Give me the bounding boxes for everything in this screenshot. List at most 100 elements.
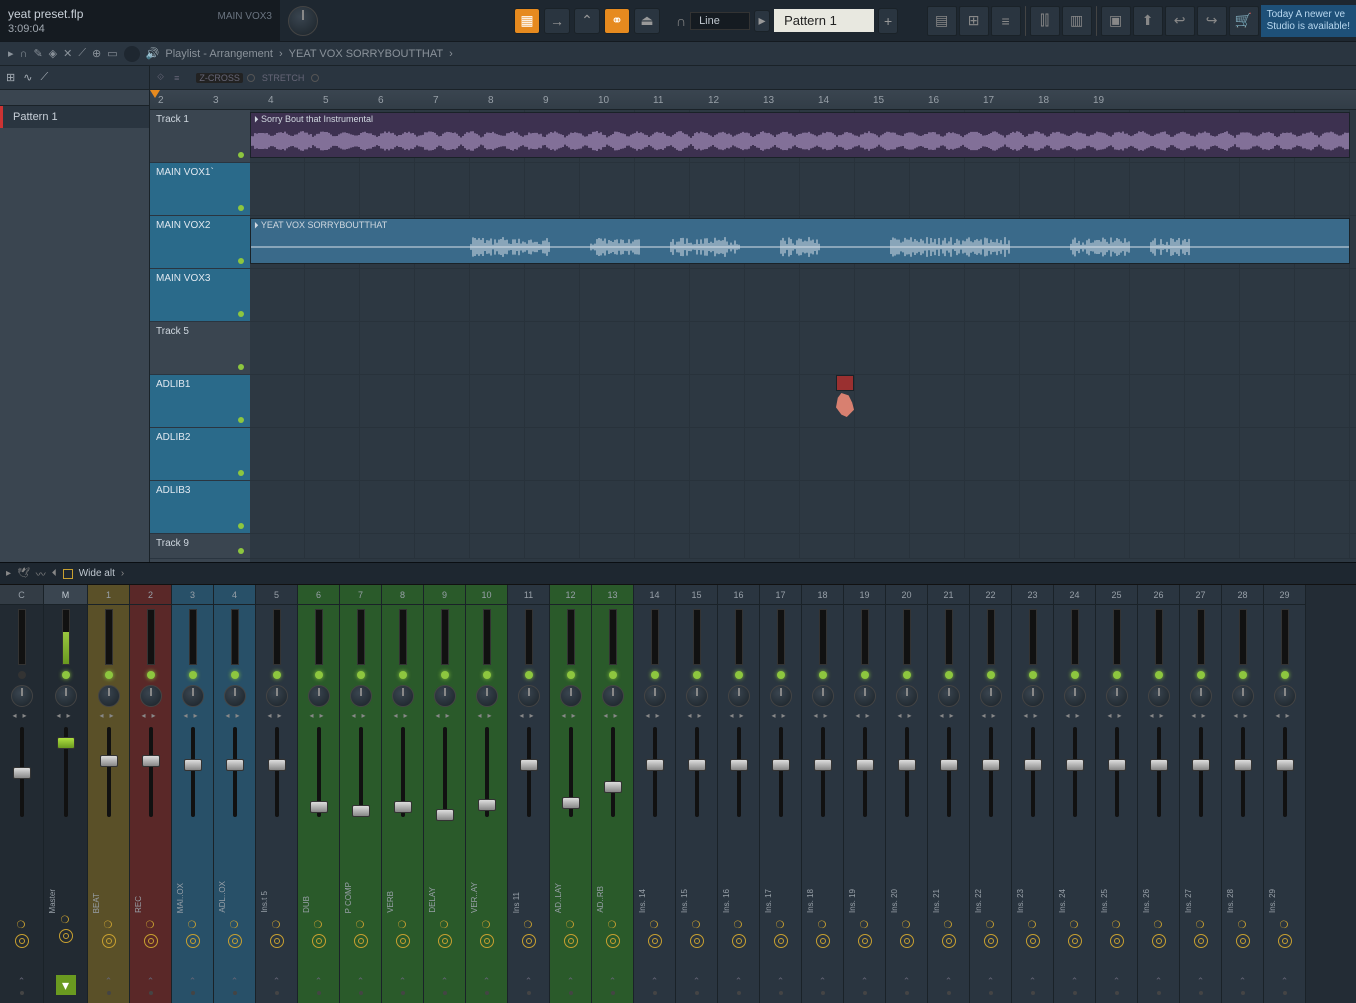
magnet-icon[interactable]: ∩ [20, 48, 28, 60]
fader-handle[interactable] [604, 781, 622, 793]
song-mode-button[interactable]: → [544, 8, 570, 34]
timeline-ruler[interactable]: 2345678910111213141516171819 [150, 90, 1356, 110]
track-enable-led[interactable] [238, 311, 244, 317]
slice-icon[interactable]: ⟋ [78, 47, 86, 60]
send-knob[interactable] [816, 934, 830, 948]
enable-led[interactable] [441, 671, 449, 679]
stereo-sep[interactable]: ◂▸ [57, 711, 75, 719]
wave-icon[interactable]: 〰 [36, 566, 46, 581]
stereo-sep[interactable]: ◂▸ [268, 711, 286, 719]
mixer-strip[interactable]: 19◂▸Ins. 19❍⌃ [844, 585, 886, 1003]
tool-icon[interactable]: ≡ [171, 73, 182, 83]
stereo-sep[interactable]: ◂▸ [100, 711, 118, 719]
send-knob[interactable] [1152, 934, 1166, 948]
enable-led[interactable] [357, 671, 365, 679]
route-chevron-icon[interactable]: ⌃ [18, 976, 26, 987]
fader-handle[interactable] [310, 801, 328, 813]
mixer-strip[interactable]: 25◂▸Ins. 25❍⌃ [1096, 585, 1138, 1003]
mixer-strip[interactable]: 11◂▸Ins 11❍⌃ [508, 585, 550, 1003]
audio-clip[interactable] [836, 375, 854, 391]
snap-play-icon[interactable]: ▸ [754, 10, 770, 32]
route-chevron-icon[interactable]: ⌃ [651, 976, 659, 987]
shop-button[interactable]: 🛒 [1229, 6, 1259, 36]
preview-knob[interactable] [124, 46, 140, 62]
send-knob[interactable] [144, 934, 158, 948]
mixer-strip[interactable]: 3◂▸MAI..OX❍⌃ [172, 585, 214, 1003]
fader-handle[interactable] [982, 759, 1000, 771]
track-row[interactable] [250, 481, 1356, 534]
send-knob[interactable] [15, 934, 29, 948]
fx-enable-icon[interactable]: ❍ [1238, 920, 1248, 930]
route-chevron-icon[interactable]: ⌃ [609, 976, 617, 987]
stereo-sep[interactable]: ◂▸ [1192, 711, 1210, 719]
route-chevron-icon[interactable]: ⌃ [567, 976, 575, 987]
fx-enable-icon[interactable]: ❍ [272, 920, 282, 930]
enable-led[interactable] [399, 671, 407, 679]
strip-number[interactable]: 1 [88, 585, 129, 605]
fx-enable-icon[interactable]: ❍ [1154, 920, 1164, 930]
track-row[interactable]: ⏵ YEAT VOX SORRYBOUTTHAT [250, 216, 1356, 269]
track-row[interactable] [250, 269, 1356, 322]
pan-knob[interactable] [1064, 685, 1086, 707]
route-chevron-icon[interactable]: ⌃ [819, 976, 827, 987]
pianoroll-icon[interactable]: ⊞ [6, 71, 15, 84]
mixer-strip[interactable]: 8◂▸VERB❍⌃ [382, 585, 424, 1003]
enable-led[interactable] [945, 671, 953, 679]
pan-knob[interactable] [686, 685, 708, 707]
strip-number[interactable]: 22 [970, 585, 1011, 605]
strip-number[interactable]: 7 [340, 585, 381, 605]
fader-handle[interactable] [436, 809, 454, 821]
stereo-sep[interactable]: ◂▸ [688, 711, 706, 719]
send-knob[interactable] [396, 934, 410, 948]
send-knob[interactable] [732, 934, 746, 948]
send-knob[interactable] [312, 934, 326, 948]
pan-knob[interactable] [644, 685, 666, 707]
track-header[interactable]: ADLIB1 [150, 375, 250, 428]
mixer-strip[interactable]: 27◂▸Ins. 27❍⌃ [1180, 585, 1222, 1003]
strip-number[interactable]: 16 [718, 585, 759, 605]
fader-handle[interactable] [1108, 759, 1126, 771]
mixer-strip[interactable]: 9◂▸DELAY❍⌃ [424, 585, 466, 1003]
track-enable-led[interactable] [238, 523, 244, 529]
route-chevron-icon[interactable]: ⌃ [105, 976, 113, 987]
strip-number[interactable]: C [0, 585, 43, 605]
fader-handle[interactable] [57, 737, 75, 749]
chevron-right-icon[interactable]: › [121, 568, 124, 579]
fx-enable-icon[interactable]: ❍ [146, 920, 156, 930]
send-knob[interactable] [900, 934, 914, 948]
track-header[interactable]: MAIN VOX2 [150, 216, 250, 269]
stereo-sep[interactable]: ◂▸ [1234, 711, 1252, 719]
fader-handle[interactable] [184, 759, 202, 771]
track-header[interactable]: ADLIB3 [150, 481, 250, 534]
strip-number[interactable]: 2 [130, 585, 171, 605]
strip-number[interactable]: 13 [592, 585, 633, 605]
fader-handle[interactable] [520, 759, 538, 771]
mixer-strip[interactable]: 14◂▸Ins. 14❍⌃ [634, 585, 676, 1003]
fader-handle[interactable] [142, 755, 160, 767]
mixer-strip[interactable]: 5◂▸Ins.t 5❍⌃ [256, 585, 298, 1003]
strip-number[interactable]: 8 [382, 585, 423, 605]
mixer-button[interactable]: ⫿⫿ [1030, 6, 1060, 36]
bird-icon[interactable]: 🕊 [17, 568, 30, 579]
fader-handle[interactable] [226, 759, 244, 771]
fx-enable-icon[interactable]: ❍ [314, 920, 324, 930]
route-chevron-icon[interactable]: ⌃ [399, 976, 407, 987]
send-knob[interactable] [1110, 934, 1124, 948]
route-chevron-icon[interactable]: ⌃ [945, 976, 953, 987]
fader-handle[interactable] [1024, 759, 1042, 771]
fx-enable-icon[interactable]: ❍ [524, 920, 534, 930]
mixer-strip[interactable]: 1◂▸BEAT❍⌃ [88, 585, 130, 1003]
fader-handle[interactable] [646, 759, 664, 771]
route-chevron-icon[interactable]: ⌃ [147, 976, 155, 987]
enable-led[interactable] [567, 671, 575, 679]
undo-button[interactable]: ↩ [1165, 6, 1195, 36]
send-knob[interactable] [102, 934, 116, 948]
enable-led[interactable] [525, 671, 533, 679]
send-knob[interactable] [1278, 934, 1292, 948]
update-notice[interactable]: Today A newer ve Studio is available! [1261, 5, 1356, 37]
enable-led[interactable] [105, 671, 113, 679]
play-icon[interactable]: ▸ [6, 568, 11, 579]
browser-button[interactable]: ▥ [1062, 6, 1092, 36]
track-lanes[interactable]: ⏵ Sorry Bout that Instrumental⏵ YEAT VOX… [250, 110, 1356, 562]
zoom-icon[interactable]: ⊕ [92, 47, 101, 60]
